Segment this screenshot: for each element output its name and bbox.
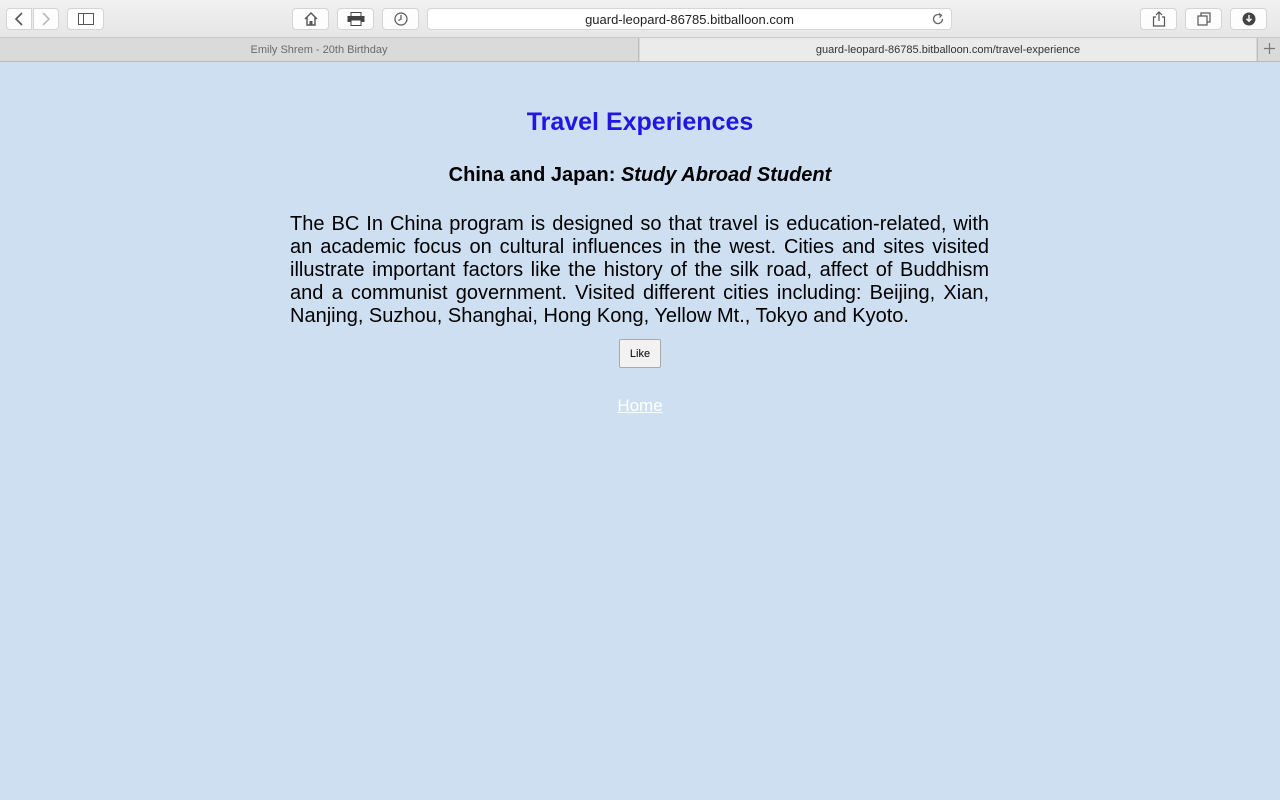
reload-icon[interactable] bbox=[931, 12, 945, 29]
home-link[interactable]: Home bbox=[617, 396, 662, 415]
tab-title: guard-leopard-86785.bitballoon.com/trave… bbox=[815, 43, 1081, 56]
history-button[interactable] bbox=[382, 8, 419, 30]
forward-button[interactable] bbox=[33, 8, 59, 30]
page-content: Travel Experiences China and Japan: Stud… bbox=[0, 62, 1280, 800]
section-heading-emphasis: Study Abroad Student bbox=[620, 164, 832, 186]
tabs-overview-icon bbox=[1196, 12, 1211, 26]
tabs-overview-button[interactable] bbox=[1185, 8, 1222, 30]
tab-title: Emily Shrem - 20th Birthday bbox=[250, 43, 388, 56]
url-text: guard-leopard-86785.bitballoon.com bbox=[585, 11, 794, 27]
new-tab-icon bbox=[1263, 41, 1275, 59]
back-icon bbox=[14, 12, 24, 26]
share-button[interactable] bbox=[1140, 8, 1177, 30]
home-button[interactable] bbox=[292, 8, 329, 30]
home-link-container: Home bbox=[0, 396, 1280, 416]
share-icon bbox=[1152, 11, 1166, 27]
browser-toolbar: guard-leopard-86785.bitballoon.com bbox=[0, 0, 1280, 38]
print-button[interactable] bbox=[337, 8, 374, 30]
downloads-button[interactable] bbox=[1230, 8, 1267, 30]
like-button[interactable]: Like bbox=[619, 339, 661, 368]
history-icon bbox=[393, 12, 408, 26]
download-icon bbox=[1242, 12, 1256, 26]
back-button[interactable] bbox=[6, 8, 32, 30]
section-heading-prefix: China and Japan: bbox=[448, 164, 616, 186]
tab-bar: Emily Shrem - 20th Birthday guard-leopar… bbox=[0, 38, 1280, 62]
print-icon bbox=[347, 12, 365, 26]
program-description: The BC In China program is designed so t… bbox=[290, 213, 989, 327]
home-icon bbox=[304, 12, 318, 26]
sidebar-button[interactable] bbox=[67, 8, 104, 30]
address-bar[interactable]: guard-leopard-86785.bitballoon.com bbox=[427, 8, 952, 30]
tab-emily-shrem[interactable]: Emily Shrem - 20th Birthday bbox=[0, 38, 639, 61]
sidebar-icon bbox=[77, 13, 94, 25]
tab-travel-experience[interactable]: guard-leopard-86785.bitballoon.com/trave… bbox=[640, 38, 1256, 61]
forward-icon bbox=[41, 12, 51, 26]
page-title: Travel Experiences bbox=[526, 108, 754, 136]
section-heading: China and Japan: Study Abroad Student bbox=[0, 164, 1280, 187]
new-tab-button[interactable] bbox=[1257, 38, 1280, 61]
